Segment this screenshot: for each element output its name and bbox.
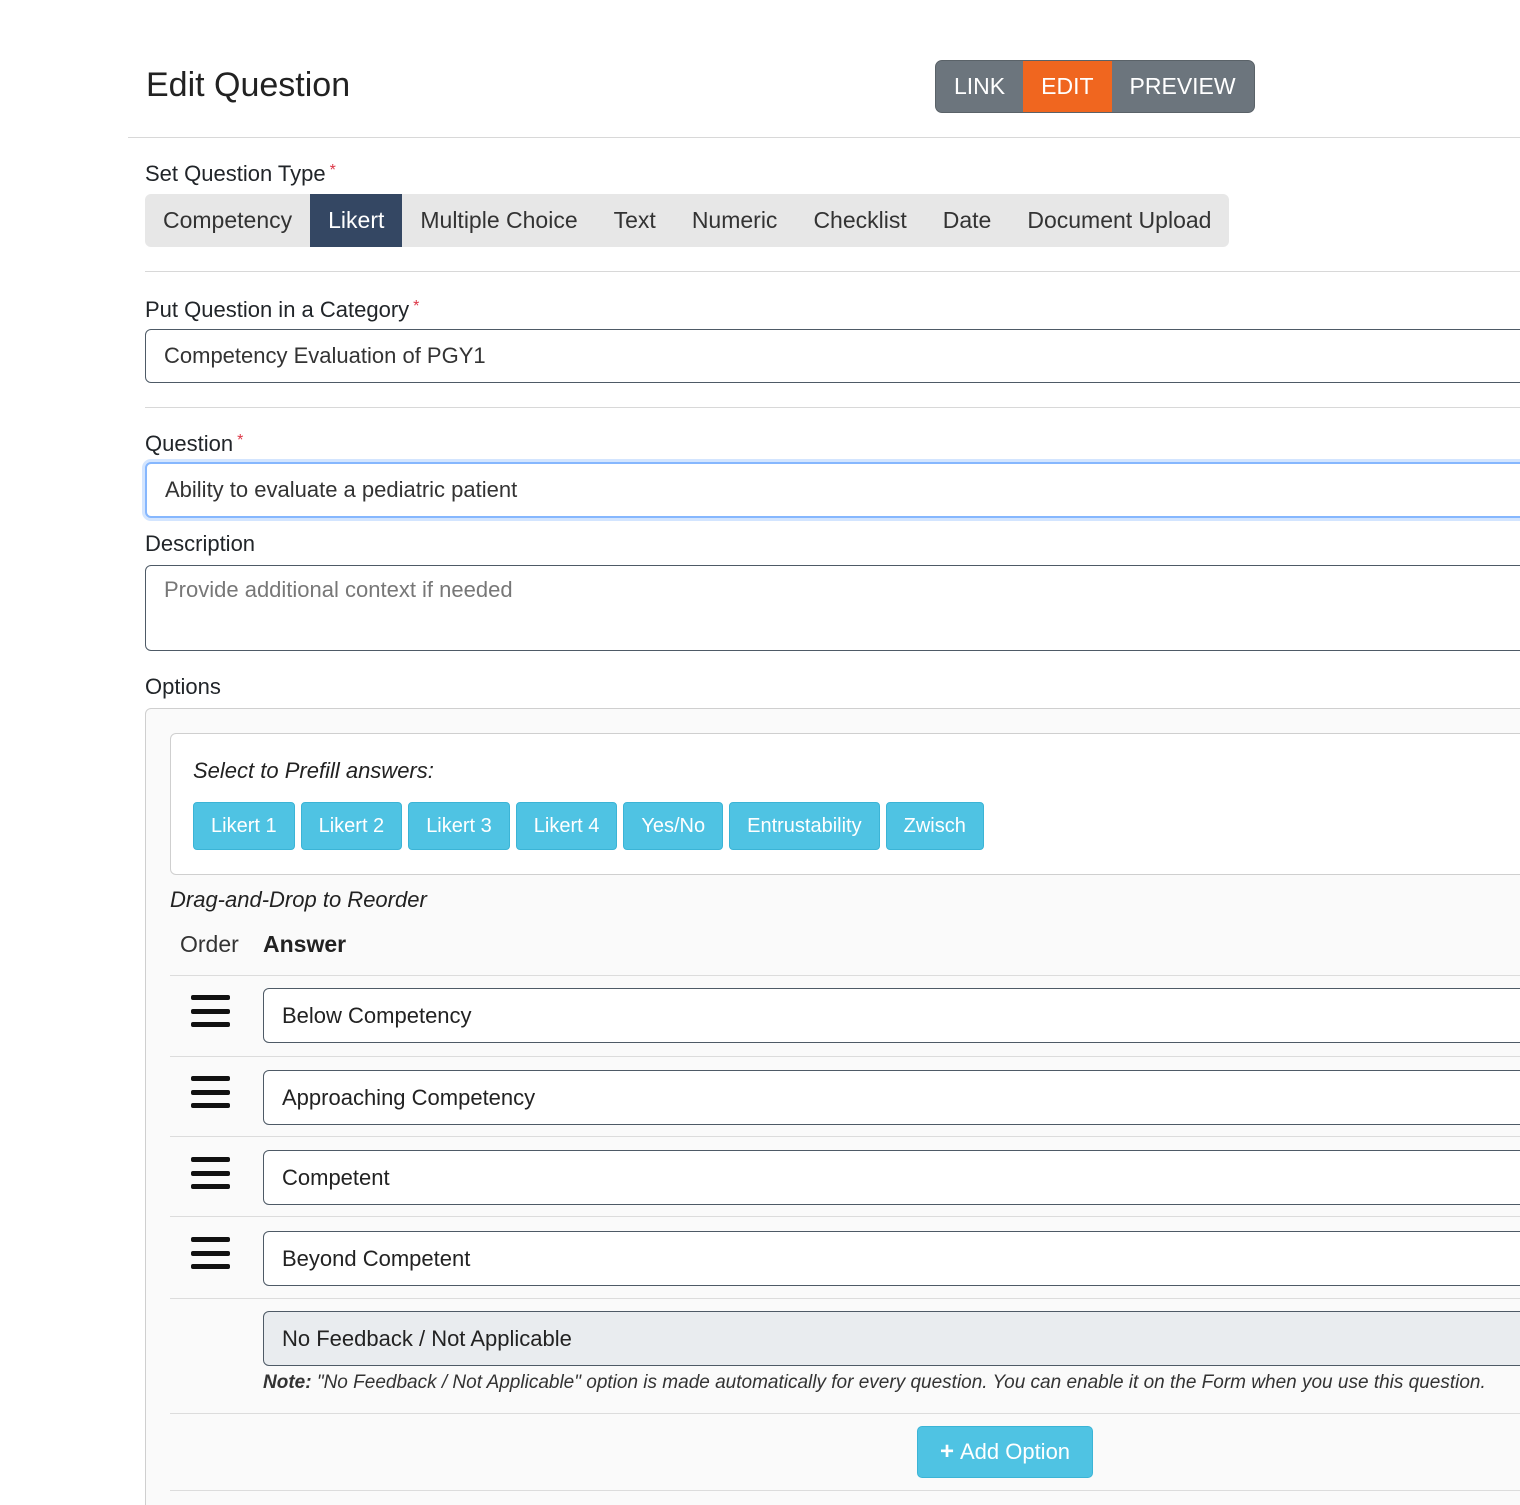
prefill-entrustability-button[interactable]: Entrustability	[729, 802, 880, 850]
category-label: Put Question in a Category *	[145, 297, 420, 322]
type-competency[interactable]: Competency	[145, 194, 310, 247]
options-label: Options	[145, 674, 221, 699]
order-column-header: Order	[180, 931, 239, 957]
question-input[interactable]: Ability to evaluate a pediatric patient	[145, 462, 1520, 518]
page-title: Edit Question	[146, 66, 351, 104]
type-checklist[interactable]: Checklist	[795, 194, 924, 247]
plus-icon: +	[939, 1438, 954, 1465]
row-divider	[170, 1413, 1520, 1414]
question-type-selector: Competency Likert Multiple Choice Text N…	[145, 194, 1230, 247]
drag-drop-hint: Drag-and-Drop to Reorder	[170, 887, 427, 912]
prefill-zwisch-button[interactable]: Zwisch	[885, 802, 984, 850]
na-answer-input: No Feedback / Not Applicable	[263, 1311, 1520, 1366]
prefill-likert-1-button[interactable]: Likert 1	[193, 802, 295, 850]
row-divider	[170, 1216, 1520, 1217]
prefill-yes-no-button[interactable]: Yes/No	[623, 802, 724, 850]
description-label: Description	[145, 531, 256, 556]
preview-mode-button[interactable]: PREVIEW	[1112, 61, 1254, 112]
type-likert[interactable]: Likert	[310, 194, 403, 247]
question-label: Question *	[145, 431, 244, 456]
prefill-likert-3-button[interactable]: Likert 3	[408, 802, 510, 850]
prefill-button-group: Likert 1 Likert 2 Likert 3 Likert 4 Yes/…	[193, 802, 984, 850]
prefill-likert-2-button[interactable]: Likert 2	[300, 802, 403, 850]
row-divider	[170, 1298, 1520, 1299]
required-mark: *	[329, 162, 336, 179]
row-divider	[170, 1490, 1520, 1491]
answer-column-header: Answer	[263, 931, 347, 957]
prefill-label: Select to Prefill answers:	[193, 758, 434, 783]
mode-toggle-group: LINK EDIT PREVIEW	[935, 60, 1255, 113]
type-document-upload[interactable]: Document Upload	[1009, 194, 1229, 247]
type-numeric[interactable]: Numeric	[674, 194, 796, 247]
row-divider	[170, 975, 1520, 976]
row-divider	[170, 1136, 1520, 1137]
prefill-likert-4-button[interactable]: Likert 4	[515, 802, 618, 850]
drag-handle-icon[interactable]	[191, 1157, 230, 1189]
drag-handle-icon[interactable]	[191, 1076, 230, 1108]
drag-handle-icon[interactable]	[191, 1237, 230, 1269]
answer-input-2[interactable]: Approaching Competency	[263, 1070, 1520, 1125]
section-divider	[145, 271, 1520, 272]
answer-input-1[interactable]: Below Competency	[263, 988, 1520, 1043]
type-date[interactable]: Date	[925, 194, 1010, 247]
type-multiple-choice[interactable]: Multiple Choice	[402, 194, 595, 247]
description-textarea[interactable]: Provide additional context if needed	[145, 565, 1520, 651]
answer-input-3[interactable]: Competent	[263, 1150, 1520, 1205]
category-select[interactable]: Competency Evaluation of PGY1	[145, 329, 1520, 383]
answer-input-4[interactable]: Beyond Competent	[263, 1231, 1520, 1286]
required-mark: *	[237, 432, 244, 449]
edit-mode-button[interactable]: EDIT	[1023, 61, 1112, 112]
add-option-label: Add Option	[959, 1439, 1071, 1464]
row-divider	[170, 1056, 1520, 1057]
note-prefix: Note:	[263, 1372, 312, 1393]
link-mode-button[interactable]: LINK	[936, 61, 1023, 112]
required-mark: *	[413, 298, 420, 315]
drag-handle-icon[interactable]	[191, 995, 230, 1027]
header-divider	[128, 137, 1520, 138]
question-type-label: Set Question Type *	[145, 161, 336, 186]
section-divider	[145, 407, 1520, 408]
note-text: "No Feedback / Not Applicable" option is…	[311, 1372, 1486, 1393]
add-option-button[interactable]: + Add Option	[917, 1426, 1093, 1478]
type-text[interactable]: Text	[596, 194, 674, 247]
na-note: Note: "No Feedback / Not Applicable" opt…	[263, 1372, 1486, 1394]
